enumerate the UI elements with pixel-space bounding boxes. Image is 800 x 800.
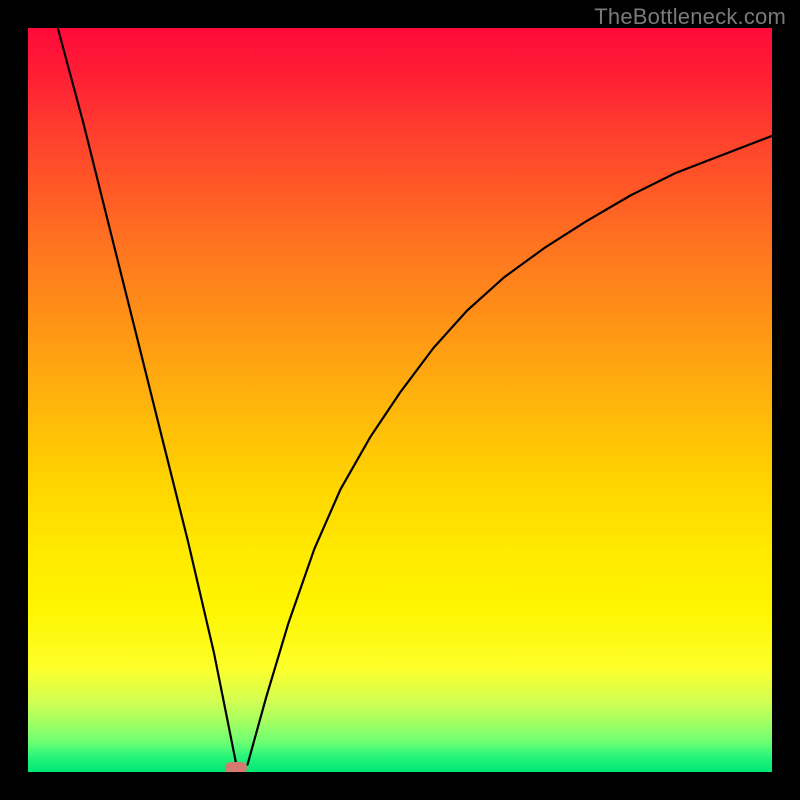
minimum-marker [225,762,247,772]
chart-frame: TheBottleneck.com [0,0,800,800]
plot-area [28,28,772,772]
curve-left-branch [58,28,237,765]
bottleneck-curve [28,28,772,772]
watermark-text: TheBottleneck.com [594,4,786,30]
curve-right-branch [248,136,773,765]
